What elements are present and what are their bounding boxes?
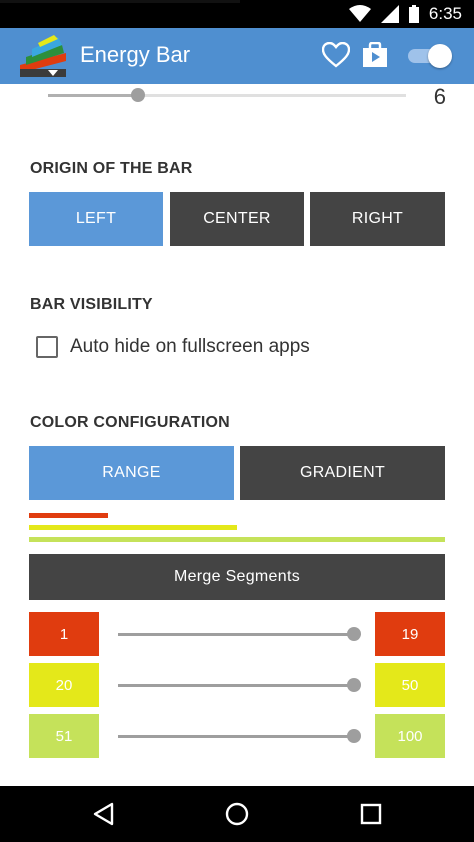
auto-hide-checkbox[interactable] [36,336,58,358]
toggle-thumb [428,44,452,68]
segment-slider-track [118,735,354,738]
preview-bar-yellow [29,525,237,530]
segment-3-from[interactable]: 51 [29,714,99,758]
preview-bar-red [29,513,108,518]
segment-slider-track [118,633,354,636]
app-logo-icon [20,35,66,77]
size-slider-value: 6 [433,84,446,109]
visibility-section-title: BAR VISIBILITY [30,296,153,313]
status-bar: 6:35 [0,0,474,28]
segment-slider-track [118,684,354,687]
preview-bar-green [29,537,445,542]
signal-icon [380,5,399,23]
origin-section-title: ORIGIN OF THE BAR [30,160,193,177]
range-mode-button[interactable]: RANGE [29,446,234,500]
recents-icon[interactable] [357,800,385,828]
heart-icon[interactable] [322,42,350,68]
segment-3-to[interactable]: 100 [375,714,445,758]
segment-slider-thumb[interactable] [347,678,361,692]
segment-slider-thumb[interactable] [347,627,361,641]
size-slider[interactable] [48,88,408,102]
origin-left-button[interactable]: LEFT [29,192,163,246]
slider-fill [48,94,138,97]
store-bag-icon[interactable] [362,42,388,68]
slider-thumb[interactable] [131,88,145,102]
app-bar: Energy Bar [0,28,474,84]
segment-3-slider[interactable] [118,729,362,743]
segment-1-to[interactable]: 19 [375,612,445,656]
segment-1-from[interactable]: 1 [29,612,99,656]
status-bar-strip [0,0,240,3]
battery-icon [408,5,419,23]
segment-2-to[interactable]: 50 [375,663,445,707]
segment-2-from[interactable]: 20 [29,663,99,707]
back-icon[interactable] [90,800,118,828]
merge-segments-button[interactable]: Merge Segments [29,554,445,600]
segment-1-slider[interactable] [118,627,362,641]
navigation-bar [0,786,474,842]
status-icons: 6:35 [348,3,462,25]
origin-right-button[interactable]: RIGHT [310,192,445,246]
app-title: Energy Bar [80,42,191,67]
status-time: 6:35 [428,4,462,23]
enable-toggle[interactable] [406,44,452,68]
auto-hide-label: Auto hide on fullscreen apps [70,336,310,357]
color-section-title: COLOR CONFIGURATION [30,414,230,431]
segment-slider-thumb[interactable] [347,729,361,743]
origin-center-button[interactable]: CENTER [170,192,304,246]
wifi-icon [348,5,371,22]
home-icon[interactable] [223,800,251,828]
gradient-mode-button[interactable]: GRADIENT [240,446,445,500]
segment-2-slider[interactable] [118,678,362,692]
auto-hide-row[interactable]: Auto hide on fullscreen apps [36,334,310,360]
